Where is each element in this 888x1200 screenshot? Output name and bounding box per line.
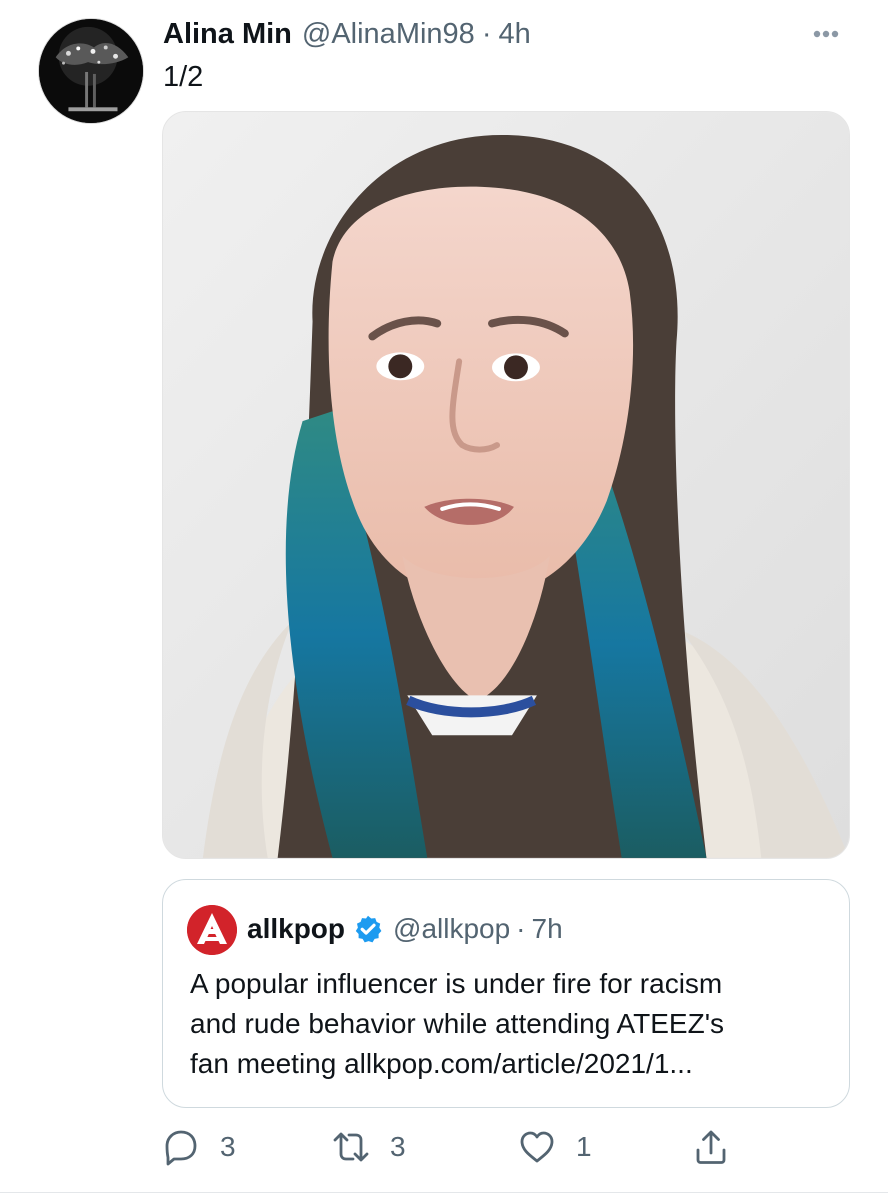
- quoted-tweet-card[interactable]: allkpop @allkpop · 7h A popular influenc…: [162, 879, 850, 1108]
- tweet-actions-bar: 3 3 1: [160, 1122, 750, 1172]
- reply-button[interactable]: 3: [160, 1122, 236, 1172]
- quoted-text-line: and rude behavior while attending ATEEZ'…: [190, 1008, 725, 1039]
- tweet-media-photo[interactable]: [162, 111, 850, 859]
- retweet-icon: [333, 1132, 369, 1162]
- quoted-text-line: fan meeting allkpop.com/article/2021/1..…: [190, 1048, 693, 1079]
- retweet-button[interactable]: 3: [330, 1122, 406, 1172]
- reply-count: 3: [220, 1131, 236, 1162]
- photo-image: [163, 112, 849, 858]
- verified-badge-icon: [353, 914, 383, 944]
- profile-avatar[interactable]: [38, 18, 144, 124]
- more-options-button[interactable]: [801, 15, 851, 53]
- more-icon: [813, 30, 839, 38]
- tweet-card: Alina Min @AlinaMin98 · 4h 1/2 allkpop @…: [0, 0, 888, 1200]
- like-count: 1: [576, 1131, 592, 1162]
- quoted-header-separator: ·: [516, 913, 526, 944]
- tweet-text: 1/2: [163, 61, 204, 93]
- share-button[interactable]: [690, 1122, 732, 1172]
- quoted-account-name[interactable]: allkpop: [247, 908, 345, 950]
- header-separator: ·: [481, 18, 492, 50]
- quoted-tweet-text: A popular influencer is under fire for r…: [190, 964, 820, 1084]
- quoted-tweet-time[interactable]: 7h: [532, 908, 563, 950]
- quoted-account-handle[interactable]: @allkpop: [393, 908, 510, 950]
- display-name[interactable]: Alina Min: [163, 12, 292, 56]
- like-button[interactable]: 1: [516, 1122, 592, 1172]
- share-icon: [696, 1130, 726, 1164]
- reply-icon: [165, 1130, 197, 1166]
- tweet-divider: [0, 1192, 888, 1193]
- quoted-text-line: A popular influencer is under fire for r…: [190, 968, 723, 999]
- allkpop-logo-icon: [187, 905, 237, 955]
- tweet-header: Alina Min @AlinaMin98 · 4h: [163, 12, 813, 56]
- tweet-time[interactable]: 4h: [498, 12, 530, 56]
- quoted-account-avatar[interactable]: [187, 905, 237, 955]
- user-handle[interactable]: @AlinaMin98: [302, 12, 475, 56]
- retweet-count: 3: [390, 1131, 406, 1162]
- profile-avatar-image: [39, 19, 143, 123]
- quoted-tweet-header: allkpop @allkpop · 7h: [247, 908, 827, 950]
- heart-icon: [520, 1131, 554, 1163]
